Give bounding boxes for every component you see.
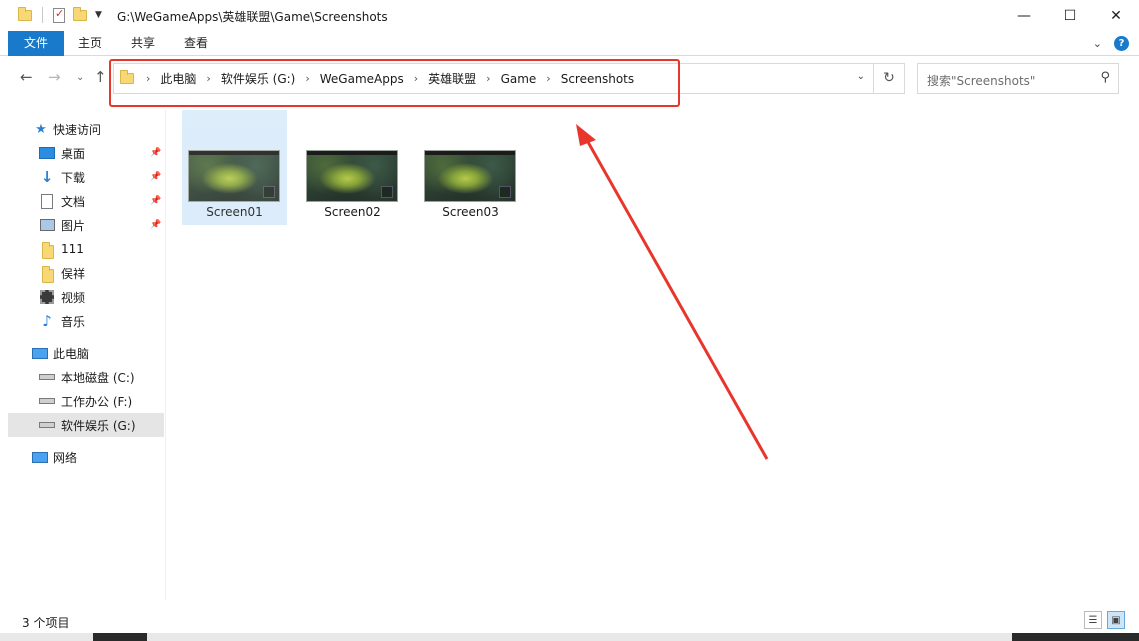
- window-title: G:\WeGameApps\英雄联盟\Game\Screenshots: [117, 10, 388, 24]
- pin-icon[interactable]: 📌: [150, 196, 161, 206]
- minimize-button[interactable]: —: [1001, 0, 1047, 31]
- file-item-screen01[interactable]: Screen01: [182, 110, 287, 225]
- tab-share[interactable]: 共享: [116, 31, 170, 56]
- pin-icon[interactable]: 📌: [150, 220, 161, 230]
- large-icons-view-icon[interactable]: ▣: [1107, 611, 1125, 629]
- properties-icon[interactable]: [53, 7, 65, 23]
- file-name: Screen02: [324, 205, 381, 219]
- details-view-icon[interactable]: ☰: [1084, 611, 1102, 629]
- sidebar-item-label: 下载: [61, 170, 86, 185]
- video-icon: [39, 289, 55, 305]
- back-arrow-icon[interactable]: ←: [20, 68, 33, 86]
- recent-locations-chevron-icon[interactable]: ⌄: [76, 72, 84, 83]
- sidebar-item-label: 俣祥: [61, 266, 86, 281]
- sidebar-item-label: 图片: [61, 218, 86, 233]
- title-bar: ▼ G:\WeGameApps\英雄联盟\Game\Screenshots — …: [0, 0, 1139, 31]
- divider: [42, 7, 43, 23]
- sidebar-item-111[interactable]: 111: [0, 237, 164, 261]
- sidebar-item-this-pc[interactable]: 此电脑: [0, 341, 164, 365]
- sidebar-item-downloads[interactable]: ↓ 下载 📌: [0, 165, 164, 189]
- drive-icon: [39, 393, 55, 409]
- search-icon[interactable]: ⚲: [1100, 70, 1110, 85]
- image-thumbnail: [424, 150, 516, 202]
- refresh-icon: ↻: [883, 70, 895, 86]
- file-item-screen03[interactable]: Screen03: [418, 110, 523, 225]
- taskbar-segment: [1012, 633, 1139, 641]
- drive-icon: [39, 417, 55, 433]
- file-item-screen02[interactable]: Screen02: [300, 110, 405, 225]
- tab-file[interactable]: 文件: [8, 31, 64, 56]
- search-input[interactable]: 搜索"Screenshots" ⚲: [917, 63, 1119, 94]
- star-icon: ★: [35, 121, 47, 137]
- image-thumbnail: [188, 150, 280, 202]
- tab-view[interactable]: 查看: [170, 31, 222, 56]
- up-arrow-icon[interactable]: ↑: [94, 68, 107, 86]
- sidebar-item-label: 网络: [53, 450, 78, 465]
- close-button[interactable]: ✕: [1093, 0, 1139, 31]
- sidebar-item-label: 软件娱乐 (G:): [61, 418, 136, 433]
- customize-toolbar-dropdown-icon[interactable]: ▼: [95, 10, 102, 20]
- sidebar-item-drive-c[interactable]: 本地磁盘 (C:): [0, 365, 164, 389]
- new-folder-icon[interactable]: [73, 6, 87, 21]
- drive-icon: [39, 369, 55, 385]
- pin-icon[interactable]: 📌: [150, 148, 161, 158]
- folder-icon: [18, 6, 32, 21]
- sidebar-item-label: 工作办公 (F:): [61, 394, 133, 409]
- taskbar-edge: [0, 633, 1139, 641]
- sidebar-item-quick-access[interactable]: ★ 快速访问: [0, 117, 164, 141]
- sidebar-item-pictures[interactable]: 图片 📌: [0, 213, 164, 237]
- sidebar-item-network[interactable]: 网络: [0, 445, 164, 469]
- maximize-button[interactable]: ☐: [1047, 0, 1093, 31]
- sidebar-item-folder[interactable]: 俣祥: [0, 261, 164, 285]
- download-icon: ↓: [40, 168, 54, 186]
- file-name: Screen01: [206, 205, 263, 219]
- file-list: Screen01 Screen02 Screen03: [167, 110, 1139, 600]
- tab-home[interactable]: 主页: [64, 31, 116, 56]
- image-thumbnail: [306, 150, 398, 202]
- file-name: Screen03: [442, 205, 499, 219]
- navigation-pane: ★ 快速访问 桌面 📌 ↓ 下载 📌 文档 📌 图片 📌 111 俣祥 视频 ♪…: [0, 110, 166, 600]
- music-icon: ♪: [42, 312, 52, 330]
- sidebar-item-music[interactable]: ♪ 音乐: [0, 309, 164, 333]
- pc-icon: [32, 345, 48, 361]
- refresh-button[interactable]: ↻: [874, 63, 905, 94]
- expand-ribbon-chevron-icon[interactable]: ⌄: [1093, 37, 1102, 50]
- sidebar-item-label: 文档: [61, 194, 86, 209]
- ribbon-tabs: 文件 主页 共享 查看 ⌄ ?: [0, 31, 1139, 56]
- taskbar-segment: [93, 633, 147, 641]
- sidebar-item-desktop[interactable]: 桌面 📌: [0, 141, 164, 165]
- status-bar: 3 个项目 ☰ ▣: [0, 608, 1139, 633]
- sidebar-item-label: 快速访问: [53, 122, 102, 137]
- sidebar-item-label: 111: [61, 242, 84, 256]
- sidebar-item-label: 桌面: [61, 146, 86, 161]
- folder-icon: [40, 242, 56, 260]
- forward-arrow-icon[interactable]: →: [48, 68, 61, 86]
- file-explorer-window: ▼ G:\WeGameApps\英雄联盟\Game\Screenshots — …: [0, 0, 1139, 641]
- sidebar-item-label: 音乐: [61, 314, 86, 329]
- annotation-highlight-box: [109, 59, 680, 107]
- document-icon: [39, 193, 55, 209]
- item-count: 3 个项目: [22, 616, 70, 630]
- sidebar-item-drive-f[interactable]: 工作办公 (F:): [0, 389, 164, 413]
- search-placeholder: 搜索"Screenshots": [927, 74, 1036, 88]
- sidebar-item-label: 视频: [61, 290, 86, 305]
- help-icon[interactable]: ?: [1114, 36, 1129, 51]
- sidebar-item-label: 本地磁盘 (C:): [61, 370, 135, 385]
- sidebar-item-documents[interactable]: 文档 📌: [0, 189, 164, 213]
- quick-access-toolbar: ▼: [18, 6, 102, 23]
- desktop-icon: [39, 145, 55, 161]
- network-icon: [32, 449, 48, 465]
- sidebar-item-label: 此电脑: [53, 346, 90, 361]
- address-history-chevron-icon[interactable]: ⌄: [857, 71, 865, 82]
- sidebar-item-drive-g[interactable]: 软件娱乐 (G:): [8, 413, 164, 437]
- pictures-icon: [39, 217, 55, 233]
- sidebar-item-videos[interactable]: 视频: [0, 285, 164, 309]
- pin-icon[interactable]: 📌: [150, 172, 161, 182]
- folder-icon: [40, 266, 56, 284]
